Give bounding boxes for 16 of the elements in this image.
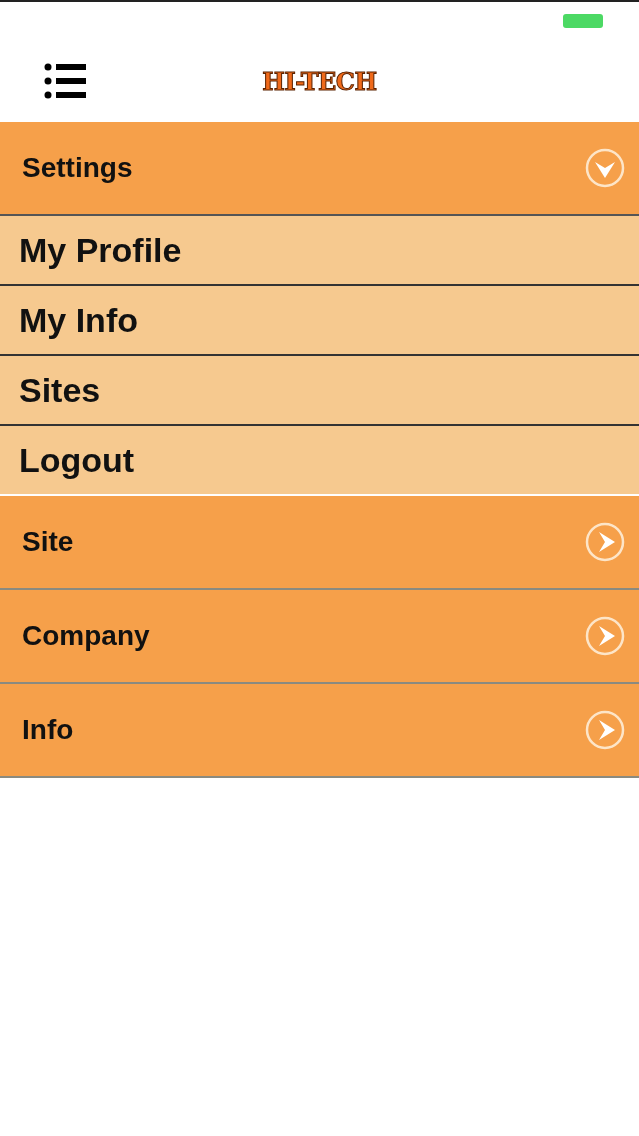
submenu-item[interactable]: My Profile	[0, 216, 639, 286]
battery-icon	[563, 14, 603, 28]
menu-section[interactable]: Company	[0, 590, 639, 684]
app-logo: HI-TECH	[262, 66, 377, 96]
menu-section[interactable]: Info	[0, 684, 639, 778]
submenu-item[interactable]: Sites	[0, 356, 639, 426]
chevron-right-icon	[585, 522, 625, 562]
submenu-item[interactable]: My Info	[0, 286, 639, 356]
chevron-right-icon	[585, 710, 625, 750]
menu-section[interactable]: Site	[0, 496, 639, 590]
menu-section[interactable]: Settings	[0, 122, 639, 216]
menu-icon	[44, 63, 86, 99]
submenu-item[interactable]: Logout	[0, 426, 639, 496]
menu-button[interactable]	[44, 63, 86, 99]
chevron-right-icon	[585, 616, 625, 656]
chevron-down-icon	[585, 148, 625, 188]
